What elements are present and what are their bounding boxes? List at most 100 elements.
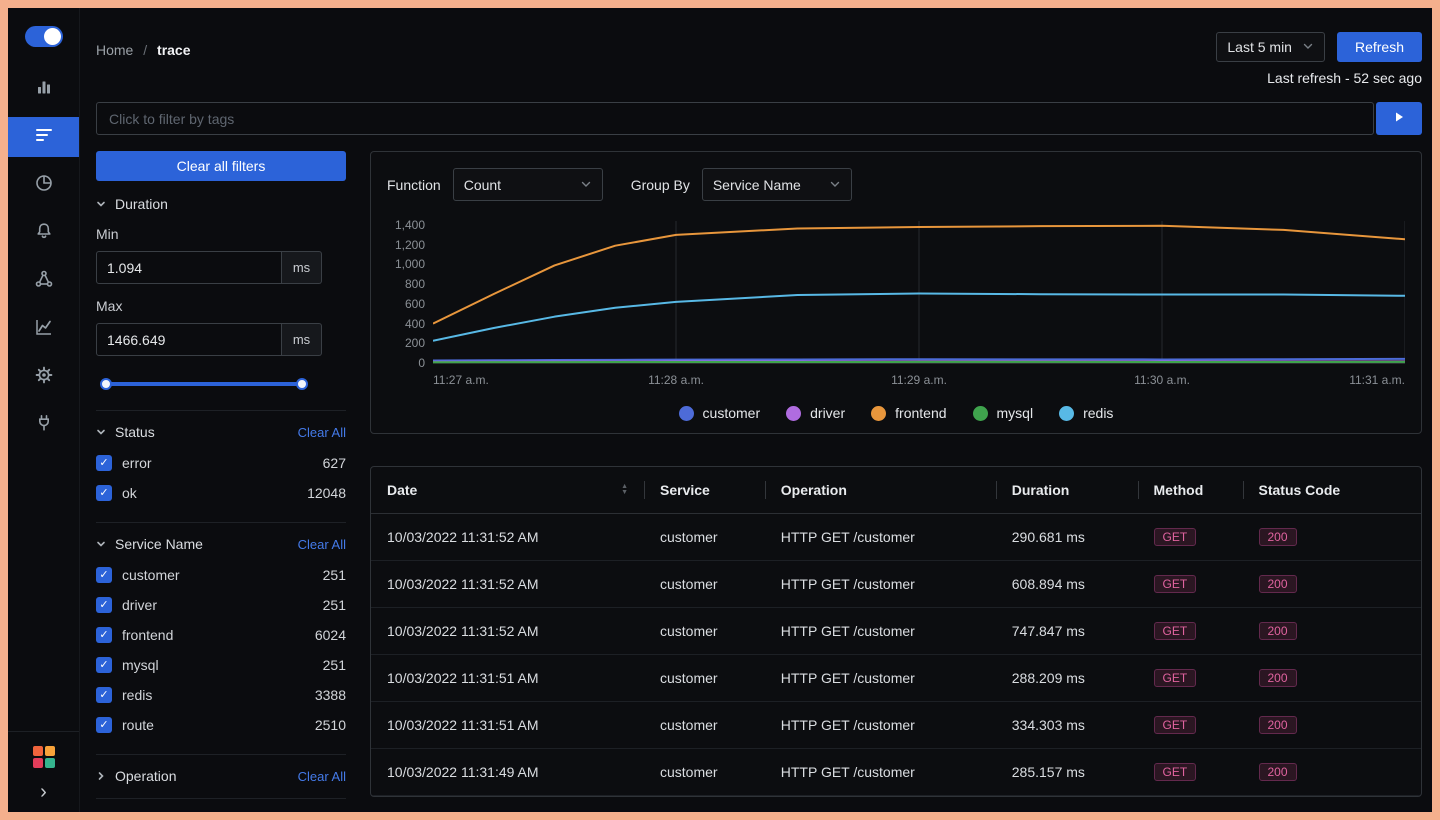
max-duration-input[interactable] xyxy=(96,323,282,356)
slider-handle-min[interactable] xyxy=(100,378,112,390)
table-row[interactable]: 10/03/2022 11:31:52 AMcustomerHTTP GET /… xyxy=(371,608,1421,655)
theme-toggle[interactable] xyxy=(25,26,63,47)
checkbox-checked[interactable]: ✓ xyxy=(96,687,112,703)
slider-track[interactable] xyxy=(104,382,304,386)
column-header-status-code: Status Code xyxy=(1243,467,1422,514)
method-tag: GET xyxy=(1154,716,1197,734)
legend-item-frontend[interactable]: frontend xyxy=(871,405,946,421)
table-row[interactable]: 10/03/2022 11:31:51 AMcustomerHTTP GET /… xyxy=(371,702,1421,749)
cell-service: customer xyxy=(644,702,765,749)
bar-chart-icon xyxy=(34,77,54,102)
sidebar-nav xyxy=(8,69,79,453)
filter-checkbox-row[interactable]: ✓error627 xyxy=(96,448,346,478)
nav-traces[interactable] xyxy=(8,117,79,157)
legend-item-mysql[interactable]: mysql xyxy=(973,405,1034,421)
legend-color-dot xyxy=(973,406,988,421)
play-icon xyxy=(1392,110,1406,127)
nav-alerts[interactable] xyxy=(8,213,79,253)
checkbox-checked[interactable]: ✓ xyxy=(96,455,112,471)
column-divider xyxy=(765,481,766,499)
legend-color-dot xyxy=(679,406,694,421)
main-content: Home / trace Last 5 min Refresh Last ref… xyxy=(80,8,1432,812)
run-filter-button[interactable] xyxy=(1376,102,1422,135)
y-tick-label: 800 xyxy=(405,277,425,291)
cell-status-code: 200 xyxy=(1243,561,1422,608)
breadcrumb-separator: / xyxy=(143,42,147,58)
legend-item-driver[interactable]: driver xyxy=(786,405,845,421)
filter-checkbox-row[interactable]: ✓driver251 xyxy=(96,590,346,620)
status-code-tag: 200 xyxy=(1259,622,1297,640)
checkbox-checked[interactable]: ✓ xyxy=(96,567,112,583)
legend-item-customer[interactable]: customer xyxy=(679,405,761,421)
main-panels: Function Count Group By Service Name 020… xyxy=(370,151,1422,797)
filter-option-count: 627 xyxy=(323,455,346,471)
sort-icon[interactable]: ▲▼ xyxy=(621,484,628,496)
status-clear-all-link[interactable]: Clear All xyxy=(298,425,346,440)
topbar-right: Last 5 min Refresh Last refresh - 52 sec… xyxy=(1216,32,1422,86)
nav-dashboard[interactable] xyxy=(8,165,79,205)
status-code-tag: 200 xyxy=(1259,575,1297,593)
filter-checkbox-row[interactable]: ✓route2510 xyxy=(96,710,346,740)
y-tick-label: 600 xyxy=(405,297,425,311)
refresh-button[interactable]: Refresh xyxy=(1337,32,1422,62)
chevron-down-icon[interactable] xyxy=(96,427,106,437)
filter-option-label: customer xyxy=(122,567,180,583)
cell-operation: HTTP GET /customer xyxy=(765,655,996,702)
status-code-tag: 200 xyxy=(1259,716,1297,734)
operation-section-header[interactable]: Operation Clear All xyxy=(96,768,346,784)
legend-label: customer xyxy=(703,405,761,421)
checkbox-checked[interactable]: ✓ xyxy=(96,627,112,643)
service-name-clear-all-link[interactable]: Clear All xyxy=(298,537,346,552)
filter-checkbox-row[interactable]: ✓mysql251 xyxy=(96,650,346,680)
legend-item-redis[interactable]: redis xyxy=(1059,405,1113,421)
nav-metrics[interactable] xyxy=(8,69,79,109)
checkbox-checked[interactable]: ✓ xyxy=(96,657,112,673)
filter-checkbox-row[interactable]: ✓redis3388 xyxy=(96,680,346,710)
breadcrumb-home[interactable]: Home xyxy=(96,42,133,58)
sidebar-collapse-button[interactable]: › xyxy=(40,782,47,802)
chevron-down-icon[interactable] xyxy=(96,539,106,549)
function-label: Function xyxy=(387,177,441,193)
nav-settings[interactable] xyxy=(8,357,79,397)
checkbox-checked[interactable]: ✓ xyxy=(96,717,112,733)
signoz-logo[interactable] xyxy=(33,746,55,768)
clear-all-filters-button[interactable]: Clear all filters xyxy=(96,151,346,181)
filter-checkbox-row[interactable]: ✓ok12048 xyxy=(96,478,346,508)
chart-plot xyxy=(433,217,1405,367)
cell-service: customer xyxy=(644,608,765,655)
table-row[interactable]: 10/03/2022 11:31:52 AMcustomerHTTP GET /… xyxy=(371,561,1421,608)
cell-status-code: 200 xyxy=(1243,514,1422,561)
column-header-method: Method xyxy=(1138,467,1243,514)
tag-filter-input[interactable] xyxy=(96,102,1374,135)
nav-service-map[interactable] xyxy=(8,261,79,301)
table-row[interactable]: 10/03/2022 11:31:51 AMcustomerHTTP GET /… xyxy=(371,655,1421,702)
checkbox-checked[interactable]: ✓ xyxy=(96,485,112,501)
sidebar: › xyxy=(8,8,80,812)
operation-clear-all-link[interactable]: Clear All xyxy=(298,769,346,784)
nav-usage-explorer[interactable] xyxy=(8,309,79,349)
slider-handle-max[interactable] xyxy=(296,378,308,390)
group-by-select[interactable]: Service Name xyxy=(702,168,852,201)
duration-range-slider xyxy=(104,378,304,390)
max-duration-group: ms xyxy=(96,323,322,356)
chevron-down-icon xyxy=(829,177,841,193)
filter-option-count: 3388 xyxy=(315,687,346,703)
min-duration-input[interactable] xyxy=(96,251,282,284)
filter-option-count: 6024 xyxy=(315,627,346,643)
filter-checkbox-row[interactable]: ✓customer251 xyxy=(96,560,346,590)
table-row[interactable]: 10/03/2022 11:31:49 AMcustomerHTTP GET /… xyxy=(371,749,1421,796)
legend-label: redis xyxy=(1083,405,1113,421)
table-row[interactable]: 10/03/2022 11:31:52 AMcustomerHTTP GET /… xyxy=(371,514,1421,561)
method-tag: GET xyxy=(1154,528,1197,546)
filter-option-label: route xyxy=(122,717,154,733)
nav-integrations[interactable] xyxy=(8,405,79,445)
min-unit: ms xyxy=(282,251,322,284)
checkbox-checked[interactable]: ✓ xyxy=(96,597,112,613)
filter-checkbox-row[interactable]: ✓frontend6024 xyxy=(96,620,346,650)
function-select[interactable]: Count xyxy=(453,168,603,201)
duration-section-header[interactable]: Duration xyxy=(96,196,346,212)
time-range-select[interactable]: Last 5 min xyxy=(1216,32,1325,62)
cell-date: 10/03/2022 11:31:52 AM xyxy=(371,608,644,655)
chart-legend: customer driver frontend mysql redis xyxy=(387,405,1405,421)
chart-x-axis: 11:27 a.m.11:28 a.m.11:29 a.m.11:30 a.m.… xyxy=(433,373,1405,389)
